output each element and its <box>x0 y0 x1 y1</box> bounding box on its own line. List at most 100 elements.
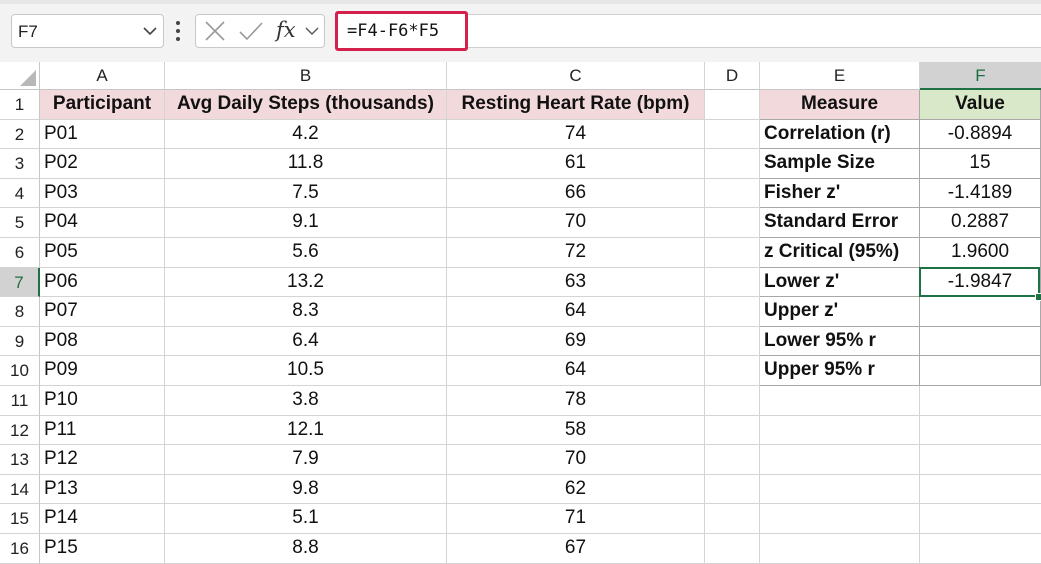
row-header-9[interactable]: 9 <box>0 327 40 356</box>
row-header-8[interactable]: 8 <box>0 297 40 327</box>
cell-d6[interactable] <box>705 238 760 268</box>
row-header-6[interactable]: 6 <box>0 238 40 268</box>
cell-a11[interactable]: P10 <box>40 386 165 416</box>
cell-c6[interactable]: 72 <box>447 238 705 268</box>
cell-e7[interactable]: Lower z' <box>760 268 920 297</box>
row-header-2[interactable]: 2 <box>0 120 40 149</box>
cell-b11[interactable]: 3.8 <box>165 386 447 416</box>
cell-b4[interactable]: 7.5 <box>165 179 447 208</box>
column-header-e[interactable]: E <box>760 62 920 90</box>
cell-b8[interactable]: 8.3 <box>165 297 447 327</box>
fill-handle[interactable] <box>1035 293 1041 301</box>
cell-f13[interactable] <box>920 445 1041 475</box>
cell-f3[interactable]: 15 <box>920 149 1041 179</box>
column-header-b[interactable]: B <box>165 62 447 90</box>
cell-e10[interactable]: Upper 95% r <box>760 356 920 386</box>
cell-e3[interactable]: Sample Size <box>760 149 920 179</box>
cell-f4[interactable]: -1.4189 <box>920 179 1041 208</box>
cell-e8[interactable]: Upper z' <box>760 297 920 327</box>
cell-b12[interactable]: 12.1 <box>165 416 447 445</box>
cell-a5[interactable]: P04 <box>40 208 165 238</box>
cell-e9[interactable]: Lower 95% r <box>760 327 920 356</box>
column-header-a[interactable]: A <box>40 62 165 90</box>
row-header-1[interactable]: 1 <box>0 90 40 120</box>
enter-check-icon[interactable] <box>238 15 264 47</box>
cell-a9[interactable]: P08 <box>40 327 165 356</box>
cell-e13[interactable] <box>760 445 920 475</box>
cell-c15[interactable]: 71 <box>447 504 705 534</box>
chevron-down-icon[interactable] <box>305 15 319 47</box>
row-header-3[interactable]: 3 <box>0 149 40 179</box>
cell-f10[interactable] <box>920 356 1041 386</box>
cell-f15[interactable] <box>920 504 1041 534</box>
more-options-icon[interactable] <box>175 20 181 42</box>
row-header-16[interactable]: 16 <box>0 534 40 564</box>
cell-e4[interactable]: Fisher z' <box>760 179 920 208</box>
column-header-f[interactable]: F <box>920 62 1041 90</box>
row-header-7[interactable]: 7 <box>0 268 40 297</box>
cell-f12[interactable] <box>920 416 1041 445</box>
cell-e2[interactable]: Correlation (r) <box>760 120 920 149</box>
cell-d16[interactable] <box>705 534 760 564</box>
cell-e11[interactable] <box>760 386 920 416</box>
cell-f6[interactable]: 1.9600 <box>920 238 1041 268</box>
cell-b13[interactable]: 7.9 <box>165 445 447 475</box>
column-header-d[interactable]: D <box>705 62 760 90</box>
row-header-11[interactable]: 11 <box>0 386 40 416</box>
cell-c4[interactable]: 66 <box>447 179 705 208</box>
cell-a12[interactable]: P11 <box>40 416 165 445</box>
cell-a8[interactable]: P07 <box>40 297 165 327</box>
cell-e12[interactable] <box>760 416 920 445</box>
cell-a2[interactable]: P01 <box>40 120 165 149</box>
cell-d11[interactable] <box>705 386 760 416</box>
cell-f5[interactable]: 0.2887 <box>920 208 1041 238</box>
cell-e6[interactable]: z Critical (95%) <box>760 238 920 268</box>
cell-c2[interactable]: 74 <box>447 120 705 149</box>
cell-b9[interactable]: 6.4 <box>165 327 447 356</box>
cell-b2[interactable]: 4.2 <box>165 120 447 149</box>
cell-e5[interactable]: Standard Error <box>760 208 920 238</box>
cell-d4[interactable] <box>705 179 760 208</box>
cell-a3[interactable]: P02 <box>40 149 165 179</box>
cancel-icon[interactable] <box>204 15 226 47</box>
row-header-4[interactable]: 4 <box>0 179 40 208</box>
cell-d10[interactable] <box>705 356 760 386</box>
cell-e1[interactable]: Measure <box>760 90 920 120</box>
cell-c9[interactable]: 69 <box>447 327 705 356</box>
insert-function-icon[interactable]: fx <box>276 18 296 42</box>
cell-c10[interactable]: 64 <box>447 356 705 386</box>
cell-a16[interactable]: P15 <box>40 534 165 564</box>
cell-b15[interactable]: 5.1 <box>165 504 447 534</box>
cell-a10[interactable]: P09 <box>40 356 165 386</box>
cell-d14[interactable] <box>705 475 760 504</box>
cell-f8[interactable] <box>920 297 1041 327</box>
cell-b3[interactable]: 11.8 <box>165 149 447 179</box>
cell-c14[interactable]: 62 <box>447 475 705 504</box>
cell-d15[interactable] <box>705 504 760 534</box>
cell-b6[interactable]: 5.6 <box>165 238 447 268</box>
cell-c8[interactable]: 64 <box>447 297 705 327</box>
cell-a4[interactable]: P03 <box>40 179 165 208</box>
cell-e14[interactable] <box>760 475 920 504</box>
cell-b7[interactable]: 13.2 <box>165 268 447 297</box>
cell-f7[interactable]: -1.9847 <box>920 268 1041 297</box>
cell-d5[interactable] <box>705 208 760 238</box>
cell-a7[interactable]: P06 <box>40 268 165 297</box>
cell-a1[interactable]: Participant <box>40 90 165 120</box>
name-box[interactable]: F7 <box>11 14 164 48</box>
cell-e15[interactable] <box>760 504 920 534</box>
row-header-13[interactable]: 13 <box>0 445 40 475</box>
cell-f9[interactable] <box>920 327 1041 356</box>
cell-b5[interactable]: 9.1 <box>165 208 447 238</box>
cell-e16[interactable] <box>760 534 920 564</box>
cell-d2[interactable] <box>705 120 760 149</box>
cell-c5[interactable]: 70 <box>447 208 705 238</box>
cell-b10[interactable]: 10.5 <box>165 356 447 386</box>
cell-a15[interactable]: P14 <box>40 504 165 534</box>
row-header-14[interactable]: 14 <box>0 475 40 504</box>
row-header-12[interactable]: 12 <box>0 416 40 445</box>
cell-b14[interactable]: 9.8 <box>165 475 447 504</box>
cell-f14[interactable] <box>920 475 1041 504</box>
cell-c12[interactable]: 58 <box>447 416 705 445</box>
cell-c7[interactable]: 63 <box>447 268 705 297</box>
